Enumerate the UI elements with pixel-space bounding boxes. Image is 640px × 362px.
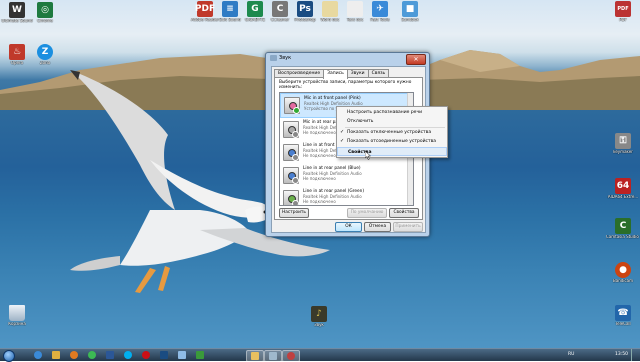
menu-item-speech-recognition[interactable]: Настроить распознавание речи xyxy=(337,108,447,117)
desktop-icon[interactable]: 64 AIDA64 Extre... xyxy=(606,178,640,200)
taskbar-item[interactable] xyxy=(192,350,208,360)
phone-icon: ☎ xyxy=(615,305,631,321)
opera-icon xyxy=(142,351,150,359)
ie-icon xyxy=(34,351,42,359)
desktop-icon[interactable]: ✈ Fast Tools xyxy=(363,1,397,23)
chrome-icon xyxy=(88,351,96,359)
taskbar-item[interactable] xyxy=(84,350,100,360)
desktop-icon[interactable]: ◎ Chrome xyxy=(28,2,62,24)
show-desktop-button[interactable] xyxy=(631,349,640,361)
apply-button[interactable]: Применить xyxy=(393,222,423,232)
recycle-bin-icon xyxy=(9,305,25,321)
cancel-button[interactable]: Отмена xyxy=(364,222,391,232)
mouse-cursor-icon xyxy=(365,151,371,160)
disconnected-icon xyxy=(292,200,299,205)
desktop-icon[interactable]: ■ Sandbox xyxy=(393,1,427,23)
zona-icon: Z xyxy=(37,44,53,60)
broom-icon: C xyxy=(272,1,288,17)
sound-icon xyxy=(269,352,277,360)
windows-orb-icon xyxy=(3,350,15,362)
explorer-icon xyxy=(52,351,60,359)
language-indicator[interactable]: RU xyxy=(568,352,574,357)
file-icon xyxy=(322,1,338,17)
checkmark-icon: ✓ xyxy=(340,138,345,144)
taskbar-item[interactable] xyxy=(48,350,64,360)
system-tray: RU 13:50 xyxy=(550,349,640,361)
taskbar: RU 13:50 xyxy=(0,348,640,362)
taskbar-item[interactable] xyxy=(102,350,118,360)
document-icon: ≡ xyxy=(222,1,238,17)
desktop-icon[interactable]: ⚿ keymaker xyxy=(606,133,640,155)
configure-button[interactable]: Настроить xyxy=(279,208,309,218)
disconnected-icon xyxy=(292,154,299,161)
plane-icon: ✈ xyxy=(372,1,388,17)
start-button[interactable] xyxy=(1,349,15,362)
taskbar-item[interactable] xyxy=(30,350,46,360)
box-icon: ■ xyxy=(402,1,418,17)
desktop-icon[interactable]: PDF PDF xyxy=(606,1,640,23)
context-menu: Настроить распознавание речи Отключить ✓… xyxy=(336,106,448,158)
taskbar-item[interactable] xyxy=(282,350,300,362)
menu-item-show-disabled[interactable]: ✓ Показать отключенные устройства xyxy=(337,128,447,137)
disconnected-icon xyxy=(292,177,299,184)
speaker-icon: ♪ xyxy=(311,306,327,322)
folder-icon xyxy=(251,352,259,360)
recorder-icon xyxy=(287,352,295,360)
zvuk-shortcut[interactable]: ♪ Звук xyxy=(302,306,336,328)
desktop: PDF Adobe Reader ≡ Edit Sound G GIGABYTE CC… xyxy=(0,0,640,348)
taskbar-item[interactable] xyxy=(174,350,190,360)
desktop-icon[interactable]: ● Bandicam xyxy=(606,262,640,284)
recycle-bin[interactable]: Корзина xyxy=(0,305,34,327)
media-player-icon xyxy=(70,351,78,359)
skype-icon xyxy=(124,351,132,359)
speaker-icon xyxy=(270,55,277,61)
aida-icon: 64 xyxy=(615,178,631,194)
record-icon: ● xyxy=(615,262,631,278)
clock[interactable]: 13:50 xyxy=(615,352,628,357)
menu-item-show-disconnected[interactable]: ✓ Показать отсоединенные устройства xyxy=(337,137,447,146)
instruction-text: Выберите устройство записи, параметры ко… xyxy=(279,80,412,90)
checkmark-icon: ✓ xyxy=(340,129,345,135)
close-button[interactable]: ✕ xyxy=(406,54,426,65)
chrome-icon: ◎ xyxy=(37,2,53,18)
desktop-icon[interactable]: C Camtasia Studio 8 xyxy=(606,218,640,240)
photoshop-icon xyxy=(160,351,168,359)
photoshop-icon: Ps xyxy=(297,1,313,17)
taskbar-item[interactable] xyxy=(120,350,136,360)
dialog-title: Звук xyxy=(279,55,292,61)
set-default-button[interactable]: По умолчанию xyxy=(347,208,387,218)
default-check-icon xyxy=(293,107,300,114)
desktop-icon[interactable]: ☎ TeleCall xyxy=(606,305,640,327)
app-icon: G xyxy=(247,1,263,17)
device-item[interactable]: Line in at rear panel (Green) Realtek Hi… xyxy=(280,187,413,205)
notepad-icon xyxy=(178,351,186,359)
pdf-icon: PDF xyxy=(615,1,631,17)
device-item[interactable]: Line in at rear panel (Blue) Realtek Hig… xyxy=(280,164,413,187)
desktop-icon[interactable]: Z Zona xyxy=(28,44,62,66)
ok-button[interactable]: ОК xyxy=(335,222,362,232)
camtasia-icon xyxy=(196,351,204,359)
file-icon xyxy=(347,1,363,17)
word-icon xyxy=(106,351,114,359)
disconnected-icon xyxy=(292,131,299,138)
properties-button[interactable]: Свойства xyxy=(389,208,419,218)
taskbar-item[interactable] xyxy=(66,350,82,360)
pdf-icon: PDF xyxy=(195,1,215,17)
taskbar-item[interactable] xyxy=(138,350,154,360)
taskbar-item[interactable] xyxy=(246,350,264,362)
tab-recording[interactable]: Запись xyxy=(323,69,348,79)
taskbar-item[interactable] xyxy=(156,350,172,360)
camtasia-icon: C xyxy=(615,218,631,234)
key-icon: ⚿ xyxy=(615,133,631,149)
menu-item-properties[interactable]: Свойства xyxy=(337,147,447,156)
menu-item-disable[interactable]: Отключить xyxy=(337,117,447,126)
tool-icon: W xyxy=(9,2,25,18)
taskbar-item[interactable] xyxy=(264,350,282,362)
flame-icon: ♨ xyxy=(9,44,25,60)
